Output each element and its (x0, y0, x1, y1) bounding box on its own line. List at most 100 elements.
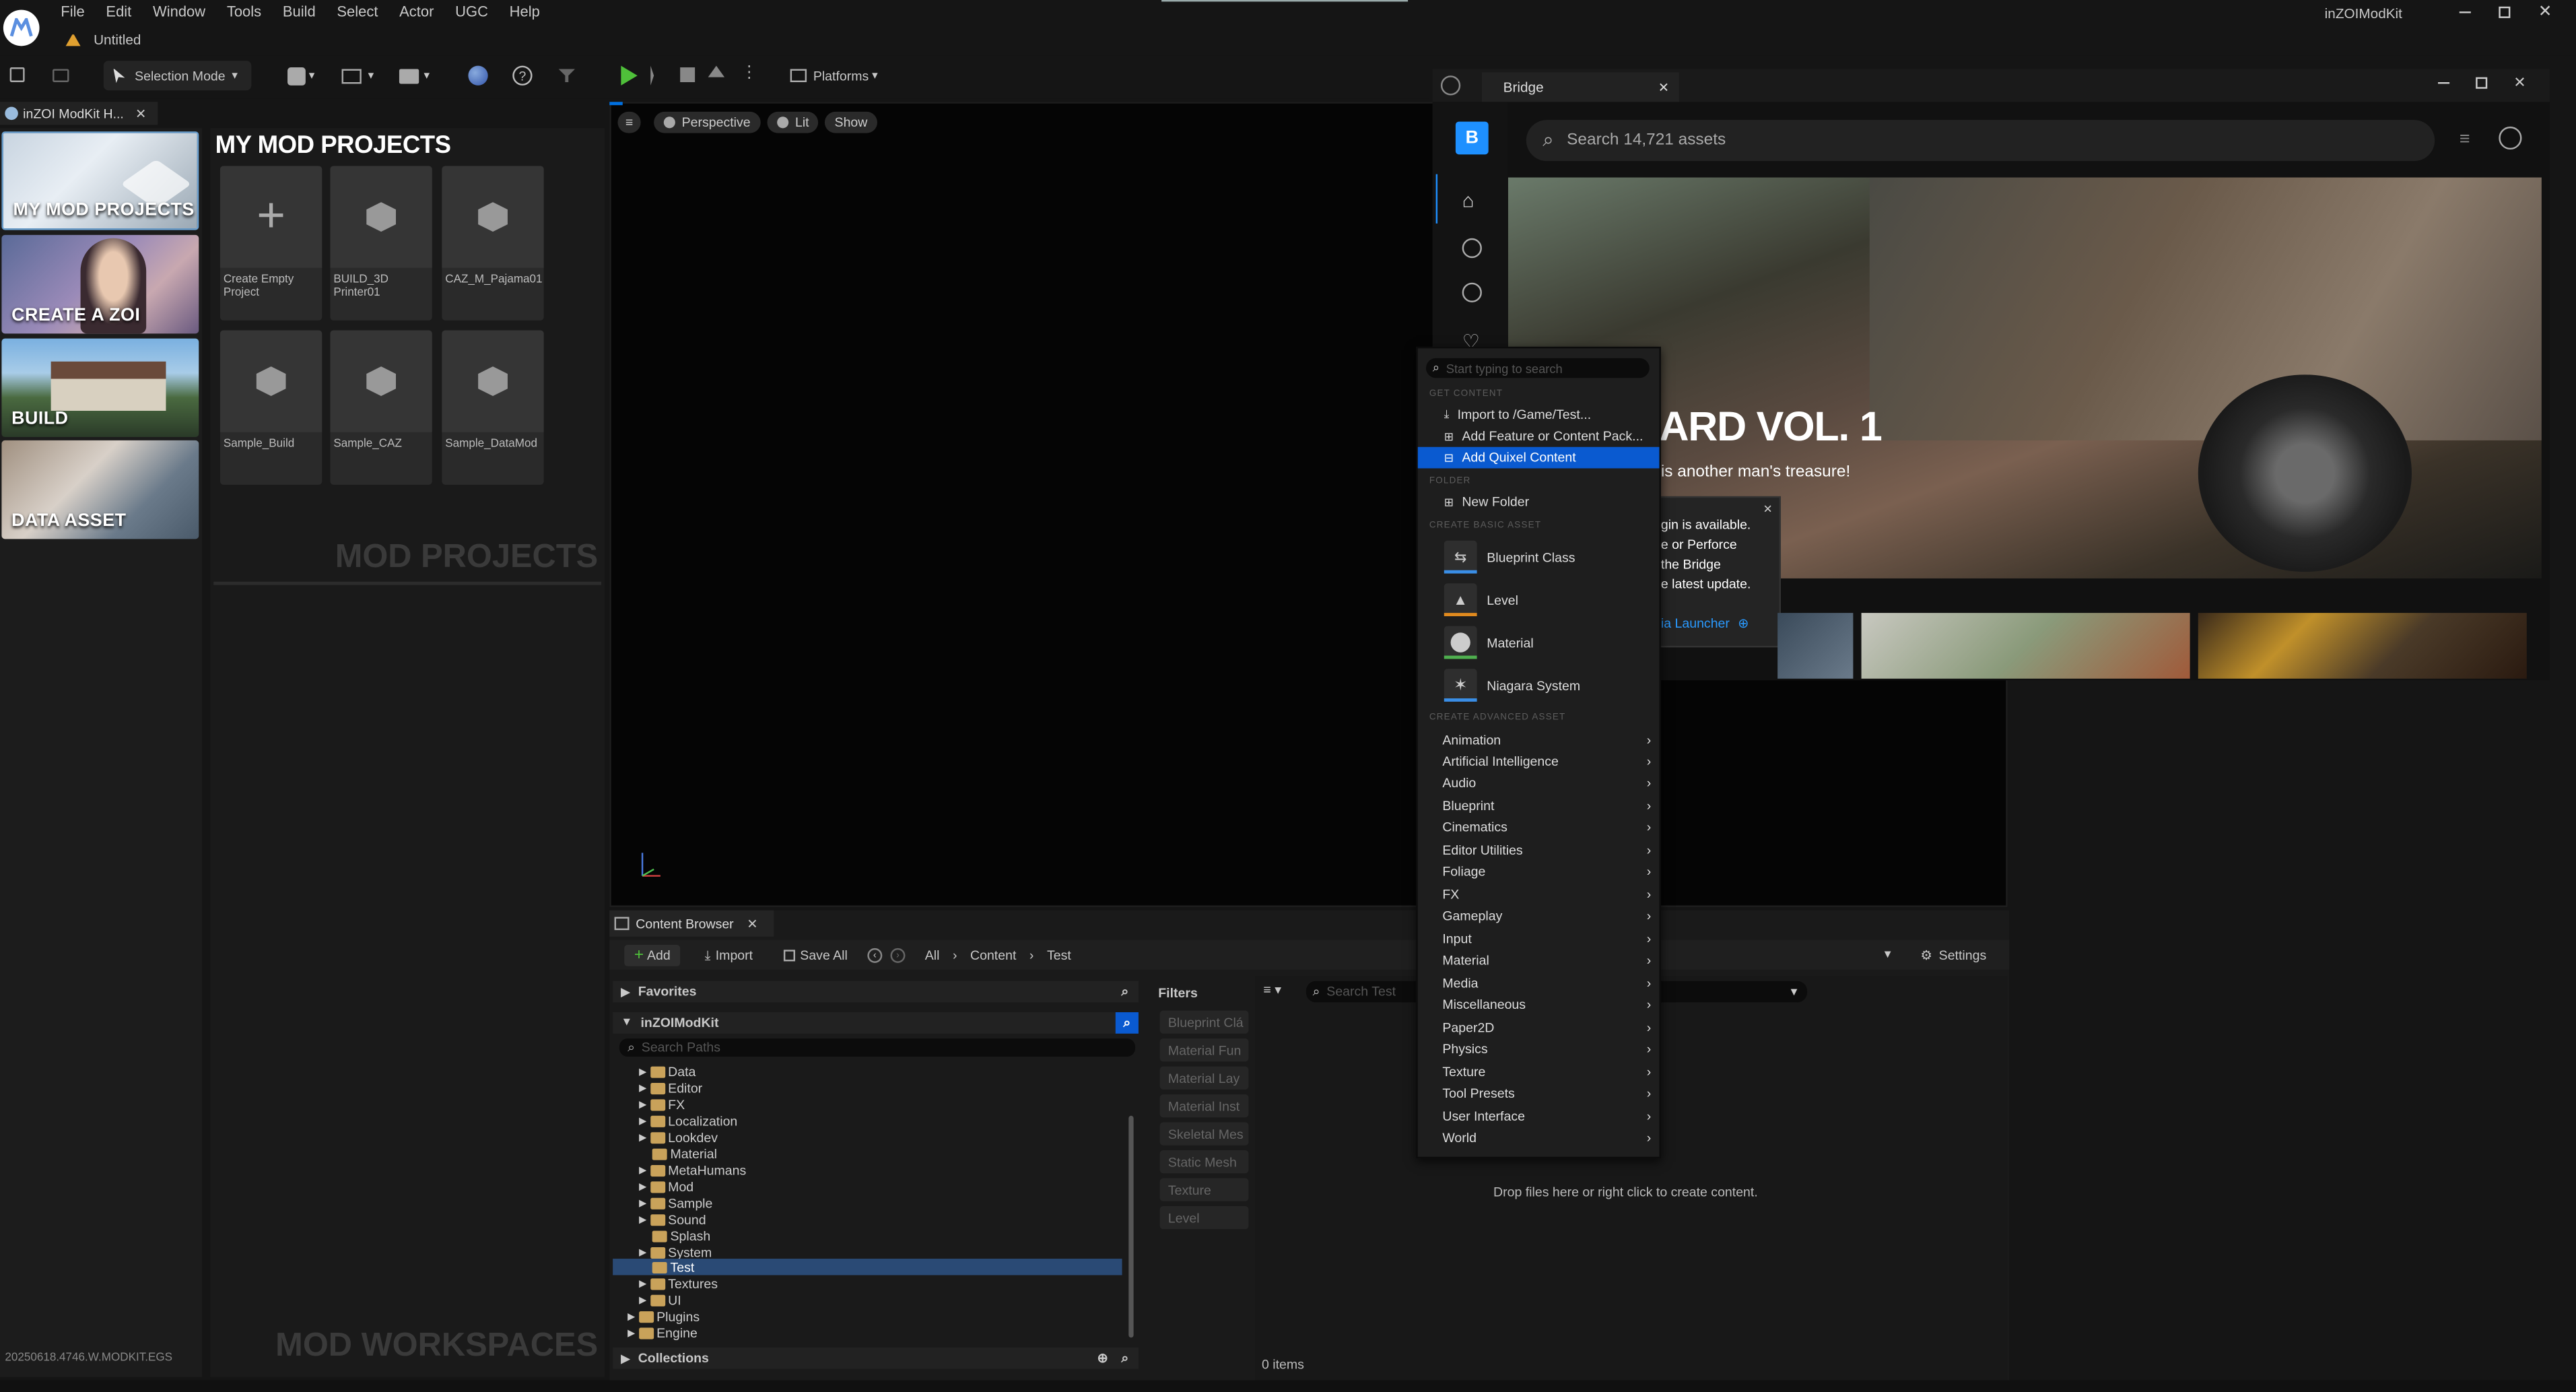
project-card[interactable]: CAZ_M_Pajama01 (442, 166, 544, 321)
filter-item[interactable]: Material Inst (1159, 1094, 1249, 1118)
home-icon[interactable]: ⌂ (1462, 189, 1475, 212)
project-card[interactable]: Sample_Build (219, 330, 323, 485)
import-to-item[interactable]: ⤓ Import to /Game/Test... (1418, 404, 1660, 426)
submenu-miscellaneous[interactable]: Miscellaneous › (1418, 994, 1660, 1016)
material-item[interactable]: Material (1444, 624, 1658, 661)
project-card[interactable]: BUILD_3D Printer01 (330, 166, 432, 321)
search-icon[interactable]: ⌕ (1121, 1350, 1128, 1366)
stop-icon[interactable] (680, 67, 696, 83)
tree-scrollbar[interactable] (1128, 1115, 1134, 1338)
close-tab-icon[interactable]: ✕ (1658, 79, 1669, 94)
nav-card-create-a-zoi[interactable]: CREATE A ZOI (1, 234, 199, 334)
submenu-material[interactable]: Material › (1418, 950, 1660, 971)
asset-thumbnail[interactable] (2198, 613, 2527, 679)
submenu-artificial-intelligence[interactable]: Artificial Intelligence › (1418, 751, 1660, 772)
menu-select[interactable]: Select (337, 3, 378, 20)
filter-item[interactable]: Static Mesh (1159, 1150, 1249, 1174)
step-icon[interactable] (650, 65, 669, 86)
close-popup-icon[interactable]: ✕ (1763, 503, 1772, 516)
menu-file[interactable]: File (61, 3, 84, 20)
modkit-home-tab[interactable]: inZOI ModKit H... ✕ (0, 102, 158, 125)
filter-icon[interactable] (558, 69, 576, 83)
menu-help[interactable]: Help (510, 3, 540, 20)
eject-icon[interactable] (708, 65, 725, 77)
menu-actor[interactable]: Actor (399, 3, 434, 20)
play-icon[interactable] (621, 65, 638, 86)
viewport-menu-icon[interactable]: ≡ (617, 111, 641, 133)
submenu-blueprint[interactable]: Blueprint › (1418, 795, 1660, 817)
filter-lines-icon[interactable]: ≡ (2460, 130, 2470, 150)
tree-item-selected[interactable]: Test (639, 1259, 694, 1275)
perspective-button[interactable]: Perspective (654, 111, 761, 133)
niagara-system-item[interactable]: ✶ Niagara System (1444, 667, 1658, 704)
filter-dropdown-icon[interactable]: ≡ ▾ (1263, 983, 1281, 997)
minimize-icon[interactable] (2459, 10, 2471, 13)
submenu-audio[interactable]: Audio › (1418, 772, 1660, 794)
add-button[interactable]: + Add (624, 945, 681, 966)
selection-mode-button[interactable]: Selection Mode ▾ (103, 61, 252, 91)
new-folder-item[interactable]: ⊞ New Folder (1418, 492, 1660, 513)
tree-item[interactable]: Splash (639, 1228, 710, 1244)
asset-thumbnail[interactable] (1861, 613, 2190, 679)
submenu-gameplay[interactable]: Gameplay › (1418, 905, 1660, 927)
bridge-search-input[interactable]: ⌕ Search 14,721 assets (1526, 120, 2435, 162)
tree-item[interactable]: ▶ Mod (639, 1179, 693, 1195)
context-search-input[interactable]: ⌕ Start typing to search (1425, 358, 1650, 378)
add-feature-item[interactable]: ⊞ Add Feature or Content Pack... (1418, 426, 1660, 447)
tree-item[interactable]: ▶ Textures (639, 1275, 718, 1291)
submenu-world[interactable]: World › (1418, 1127, 1660, 1149)
close-icon[interactable]: ✕ (2538, 3, 2552, 21)
chevron-down-icon[interactable]: ▾ (1885, 946, 1891, 961)
submenu-physics[interactable]: Physics › (1418, 1038, 1660, 1060)
cinematics-icon[interactable] (399, 69, 419, 84)
show-button[interactable]: Show (824, 111, 878, 133)
blueprint-icon[interactable] (341, 69, 362, 84)
filter-item[interactable]: Level (1159, 1205, 1249, 1230)
project-card[interactable]: Sample_DataMod (442, 330, 544, 485)
filter-item[interactable]: Skeletal Mes (1159, 1122, 1249, 1146)
launcher-link[interactable]: ia Launcher ⊕ (1661, 616, 1749, 631)
close-icon[interactable]: ✕ (2513, 74, 2526, 92)
import-button[interactable]: ⤓ Import (705, 945, 753, 966)
search-icon[interactable]: ⌕ (1121, 983, 1128, 999)
tree-item[interactable]: ▶ Sample (639, 1195, 712, 1211)
filter-item[interactable]: Material Lay (1159, 1066, 1249, 1090)
history-forward-icon[interactable]: › (890, 948, 906, 963)
asset-thumbnail[interactable] (1777, 613, 1854, 679)
submenu-user-interface[interactable]: User Interface › (1418, 1106, 1660, 1127)
submenu-paper2d[interactable]: Paper2D › (1418, 1017, 1660, 1038)
restore-icon[interactable] (2499, 5, 2511, 18)
tree-item[interactable]: ▶ Editor (639, 1080, 702, 1096)
nav-card-build[interactable]: BUILD (1, 338, 199, 438)
search-paths-input[interactable]: ⌕ Search Paths (619, 1038, 1136, 1057)
maximize-icon[interactable] (2476, 77, 2488, 89)
globe-icon[interactable] (468, 65, 488, 86)
content-icon[interactable] (53, 69, 69, 83)
user-icon[interactable] (1462, 282, 1482, 302)
settings-button[interactable]: ⚙ Settings (1920, 945, 1986, 966)
submenu-input[interactable]: Input › (1418, 929, 1660, 950)
tree-item[interactable]: ▶ System (639, 1244, 712, 1260)
add-collection-icon[interactable]: ⊕ (1097, 1351, 1108, 1366)
menu-ugc[interactable]: UGC (455, 3, 488, 20)
tree-item[interactable]: ▶ Data (639, 1063, 696, 1080)
globe-icon[interactable] (1462, 238, 1482, 259)
tree-item[interactable]: ▶ FX (639, 1096, 685, 1113)
tree-item[interactable]: Material (639, 1146, 717, 1162)
menu-build[interactable]: Build (283, 3, 316, 20)
root-header[interactable]: ▼ inZOIModKit ⌕ (613, 1012, 1139, 1034)
more-options-icon[interactable]: ⋮ (741, 64, 757, 82)
tree-item[interactable]: ▶ Sound (639, 1211, 706, 1227)
filter-item[interactable]: Texture (1159, 1178, 1249, 1201)
tree-item[interactable]: ▶ Localization (639, 1113, 737, 1129)
submenu-animation[interactable]: Animation › (1418, 729, 1660, 751)
tree-item[interactable]: ▶ Lookdev (639, 1129, 718, 1145)
breadcrumb-item[interactable]: All (925, 948, 940, 963)
menu-edit[interactable]: Edit (106, 3, 131, 20)
tree-item[interactable]: ▶ UI (639, 1292, 681, 1308)
nav-card-my-mod-projects[interactable]: MY MOD PROJECTS (1, 131, 199, 230)
save-icon[interactable] (9, 67, 25, 83)
history-back-icon[interactable]: ‹ (867, 948, 883, 963)
tree-item[interactable]: ▶ Engine (628, 1325, 698, 1341)
help-icon[interactable]: ? (512, 65, 533, 86)
